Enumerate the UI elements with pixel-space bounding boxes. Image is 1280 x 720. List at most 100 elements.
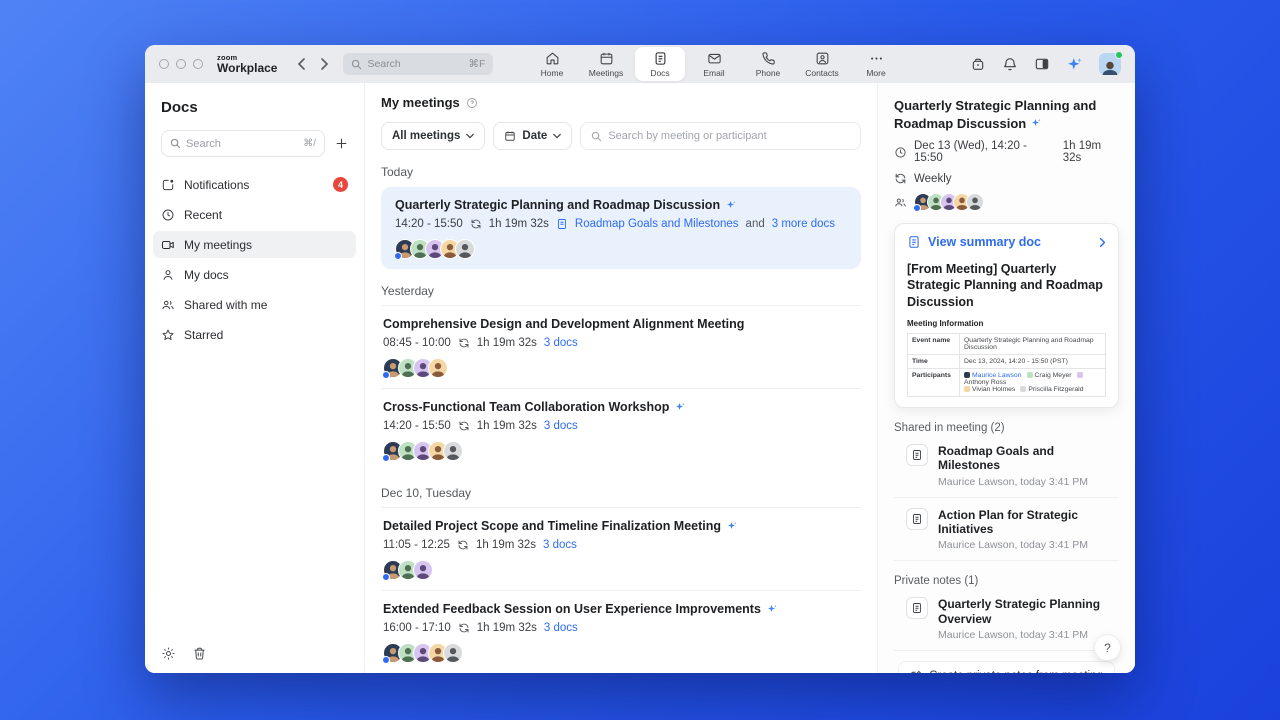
summary-doc-card[interactable]: View summary doc [From Meeting] Quarterl…: [894, 223, 1119, 408]
sidebar-item-notifications[interactable]: Notifications 4: [153, 171, 356, 198]
my-meetings-panel: My meetings All meetings Date Search by …: [365, 83, 877, 673]
participant-avatars: [382, 560, 859, 581]
participant-name: Craig Meyer: [1034, 371, 1072, 379]
sidebar-search[interactable]: ⌘/: [161, 130, 325, 157]
filter-date[interactable]: Date: [493, 122, 573, 150]
tab-home[interactable]: Home: [527, 47, 577, 81]
meeting-duration: 1h 19m 32s: [488, 218, 549, 230]
participant-chip: [964, 372, 970, 379]
new-doc-button[interactable]: [335, 137, 348, 150]
tab-docs-label: Docs: [650, 67, 670, 78]
sidebar-item-my-meetings[interactable]: My meetings: [153, 231, 356, 258]
sidebar-search-input[interactable]: [186, 137, 299, 150]
notifications-icon: [162, 179, 174, 190]
tab-home-label: Home: [540, 67, 564, 78]
plus-icon: [336, 138, 347, 149]
filter-all-meetings[interactable]: All meetings: [381, 122, 486, 150]
meeting-search[interactable]: [580, 122, 861, 150]
people-icon: [895, 198, 906, 207]
close-button[interactable]: [159, 59, 169, 69]
forward-button[interactable]: [320, 58, 329, 70]
doc-title: Roadmap Goals and Milestones: [938, 443, 1055, 473]
recurring-icon: [459, 623, 469, 633]
tab-docs[interactable]: Docs: [635, 47, 685, 81]
participant-name: Anthony Ross: [964, 378, 1007, 386]
ai-companion-icon[interactable]: [1066, 56, 1083, 73]
ai-sparkle-icon: [727, 201, 736, 208]
notifications-bell-icon[interactable]: [1002, 56, 1018, 72]
participant-name[interactable]: Maurice Lawson: [972, 372, 1022, 379]
help-button[interactable]: ?: [1094, 634, 1121, 661]
workspace-icon[interactable]: [970, 56, 986, 72]
meeting-time: 14:20 - 15:50: [395, 218, 463, 230]
meeting-info-table: Event name Quarterly Strategic Planning …: [907, 332, 1106, 397]
tab-more[interactable]: More: [851, 47, 901, 81]
back-button[interactable]: [297, 58, 306, 70]
settings-button[interactable]: [161, 646, 176, 661]
meeting-row[interactable]: Cross-Functional Team Collaboration Work…: [381, 388, 861, 471]
docs-link[interactable]: 3 docs: [543, 539, 577, 551]
meeting-duration: 1h 19m 32s: [476, 420, 537, 432]
filter-date-label: Date: [522, 130, 548, 142]
notification-badge: 4: [333, 177, 348, 192]
tab-meetings[interactable]: Meetings: [581, 47, 631, 81]
meeting-title: Extended Feedback Session on User Experi…: [383, 602, 761, 616]
host-badge: [382, 656, 390, 664]
tab-contacts[interactable]: Contacts: [797, 47, 847, 81]
docs-icon: [655, 51, 665, 65]
create-private-notes-button[interactable]: Create private notes from meeting: [898, 661, 1115, 673]
global-search-input[interactable]: Search ⌘F: [343, 53, 494, 75]
participant-chip: [1076, 372, 1083, 379]
participant-avatar: [966, 193, 984, 212]
host-badge: [382, 454, 390, 462]
info-icon[interactable]: [466, 97, 478, 109]
maximize-button[interactable]: [193, 59, 203, 69]
private-doc-row[interactable]: Quarterly Strategic Planning Overview Ma…: [894, 587, 1119, 652]
ai-sparkle-icon: [728, 522, 737, 529]
search-icon: [170, 138, 181, 149]
sidebar-item-recent[interactable]: Recent: [153, 201, 356, 228]
table-label: Time: [907, 353, 960, 369]
more-docs-link[interactable]: 3 more docs: [772, 218, 835, 230]
recurring-icon: [459, 338, 469, 348]
sidebar-item-starred[interactable]: Starred: [153, 321, 356, 348]
docs-link[interactable]: 3 docs: [544, 337, 578, 349]
doc-link[interactable]: Roadmap Goals and Milestones: [575, 218, 739, 230]
meeting-row-selected[interactable]: Quarterly Strategic Planning and Roadmap…: [381, 187, 861, 269]
and-text: and: [745, 218, 765, 230]
table-value: Quarterly Strategic Planning and Roadmap…: [959, 332, 1106, 355]
meeting-row[interactable]: Comprehensive Design and Development Ali…: [381, 305, 861, 388]
phone-icon: [761, 51, 775, 65]
window-controls: [159, 59, 203, 69]
sidebar-item-label: Notifications: [184, 177, 250, 192]
group-label-dec10: Dec 10, Tuesday: [381, 486, 472, 500]
meeting-detail-panel: Quarterly Strategic Planning and Roadmap…: [877, 83, 1135, 673]
host-badge: [913, 204, 921, 213]
minimize-button[interactable]: [176, 59, 186, 69]
meeting-row[interactable]: Detailed Project Scope and Timeline Fina…: [381, 507, 861, 590]
detail-datetime: Dec 13 (Wed), 14:20 - 15:50: [914, 140, 1027, 165]
ai-sparkle-icon: [676, 403, 685, 410]
primary-navigation: Home Meetings Docs Email Phone Contacts: [527, 47, 901, 81]
home-icon: [546, 52, 558, 64]
sidebar-item-label: My docs: [184, 267, 229, 282]
docs-link[interactable]: 3 docs: [544, 622, 578, 634]
doc-icon: [557, 219, 566, 229]
meeting-search-input[interactable]: [608, 130, 850, 142]
meeting-row[interactable]: Extended Feedback Session on User Experi…: [381, 590, 861, 673]
sidebar-item-my-docs[interactable]: My docs: [153, 261, 356, 288]
shared-doc-row[interactable]: Action Plan for Strategic Initiatives Ma…: [894, 498, 1119, 562]
user-avatar[interactable]: [1099, 51, 1123, 75]
sidebar-item-shared-with-me[interactable]: Shared with me: [153, 291, 356, 318]
sidebar-item-label: My meetings: [184, 237, 253, 252]
view-summary-doc-link[interactable]: View summary doc: [907, 235, 1106, 249]
doc-icon: [909, 236, 919, 248]
tab-email[interactable]: Email: [689, 47, 739, 81]
panel-toggle-icon[interactable]: [1034, 56, 1050, 72]
docs-link[interactable]: 3 docs: [544, 420, 578, 432]
trash-button[interactable]: [192, 646, 207, 661]
tab-phone[interactable]: Phone: [743, 47, 793, 81]
shared-doc-row[interactable]: Roadmap Goals and Milestones Maurice Law…: [894, 434, 1119, 498]
group-label-today: Today: [381, 165, 414, 179]
private-notes-header: Private notes (1): [894, 575, 979, 588]
